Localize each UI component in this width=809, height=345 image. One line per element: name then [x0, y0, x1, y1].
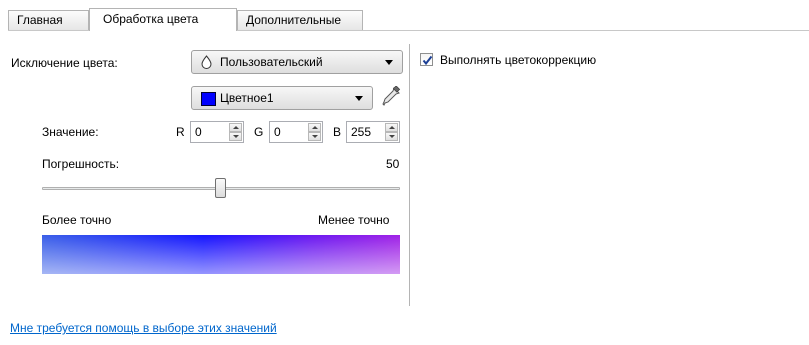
arrow-down-icon — [233, 135, 239, 138]
g-decrement-button[interactable] — [308, 132, 321, 141]
g-increment-button[interactable] — [308, 123, 321, 132]
tab-color-processing[interactable]: Обработка цвета — [89, 8, 237, 31]
dropout-color-value: Цветное1 — [220, 91, 274, 105]
arrow-down-icon — [389, 135, 395, 138]
r-label: R — [176, 125, 185, 139]
r-value: 0 — [195, 125, 202, 139]
b-spinbox[interactable]: 255 — [346, 121, 400, 143]
b-label: B — [333, 125, 342, 139]
help-link[interactable]: Мне требуется помощь в выборе этих значе… — [10, 321, 277, 335]
tab-advanced-label: Дополнительные — [246, 13, 341, 27]
g-label: G — [254, 125, 264, 139]
r-spinbox[interactable]: 0 — [190, 121, 244, 143]
dropout-color-select[interactable]: Цветное1 — [191, 86, 373, 110]
less-precise-label: Менее точно — [318, 213, 390, 227]
tolerance-color-preview — [42, 235, 400, 274]
color-dropout-label: Исключение цвета: — [11, 56, 118, 70]
color-swatch — [201, 92, 216, 106]
tolerance-slider-thumb[interactable] — [215, 178, 226, 198]
color-correction-checkbox[interactable] — [420, 53, 433, 66]
tolerance-value: 50 — [386, 157, 400, 171]
r-increment-button[interactable] — [229, 123, 242, 132]
tab-color-processing-label: Обработка цвета — [103, 12, 199, 26]
eyedropper-icon[interactable] — [381, 85, 401, 111]
tab-main-label: Главная — [17, 13, 63, 27]
checkmark-icon — [422, 55, 433, 66]
g-value: 0 — [274, 125, 281, 139]
g-spinbox[interactable]: 0 — [269, 121, 323, 143]
tab-advanced[interactable]: Дополнительные — [237, 10, 363, 30]
b-value: 255 — [351, 125, 372, 139]
chevron-down-icon — [385, 60, 393, 65]
r-decrement-button[interactable] — [229, 132, 242, 141]
tab-main[interactable]: Главная — [8, 10, 89, 30]
color-correction-label: Выполнять цветокоррекцию — [440, 53, 597, 67]
dropout-mode-select[interactable]: Пользовательский — [191, 50, 403, 74]
dropout-mode-value: Пользовательский — [220, 55, 323, 69]
drop-icon — [201, 55, 212, 72]
chevron-down-icon — [355, 96, 363, 101]
more-precise-label: Более точно — [42, 213, 112, 227]
tolerance-label: Погрешность: — [42, 157, 120, 171]
b-decrement-button[interactable] — [385, 132, 398, 141]
arrow-up-icon — [233, 126, 239, 129]
arrow-down-icon — [312, 135, 318, 138]
value-label: Значение: — [42, 125, 99, 139]
arrow-up-icon — [389, 126, 395, 129]
arrow-up-icon — [312, 126, 318, 129]
panel-divider — [409, 44, 410, 306]
b-increment-button[interactable] — [385, 123, 398, 132]
